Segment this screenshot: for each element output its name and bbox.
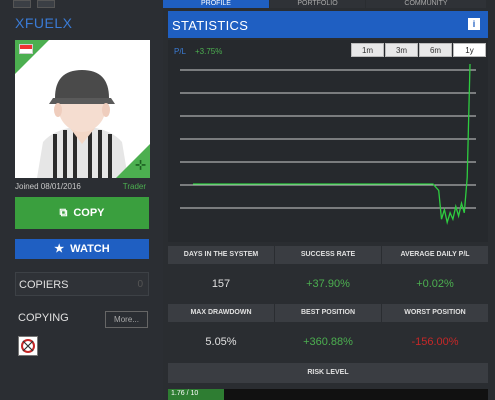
stat-label: BEST POSITION xyxy=(275,304,381,322)
copy-icon: ⧉ xyxy=(59,207,68,219)
stat-value: 5.05% xyxy=(205,336,237,348)
copied-trader-avatar-icon xyxy=(21,339,35,353)
watch-button-label: WATCH xyxy=(70,243,110,255)
trader-role: Trader xyxy=(122,182,146,191)
tab-portfolio[interactable]: PORTFOLIO xyxy=(270,0,365,8)
stat-value: +37.90% xyxy=(306,278,350,290)
profile-tabs: PROFILE PORTFOLIO COMMUNITY xyxy=(163,0,495,8)
trader-avatar: ⊹ xyxy=(15,40,150,178)
risk-level-value: 1.76 / 10 xyxy=(171,390,199,397)
trader-nav xyxy=(13,0,149,8)
pl-label: P/L xyxy=(174,47,187,56)
stat-label: MAX DRAWDOWN xyxy=(168,304,274,322)
range-3m-button[interactable]: 3m xyxy=(385,43,418,57)
stat-label: SUCCESS RATE xyxy=(275,246,381,264)
stat-value: +360.88% xyxy=(303,336,353,348)
pl-value: +3.75% xyxy=(195,47,223,56)
range-1y-button[interactable]: 1y xyxy=(453,43,486,57)
tab-community[interactable]: COMMUNITY xyxy=(366,0,486,8)
stat-label: DAYS IN THE SYSTEM xyxy=(168,246,274,264)
copiers-label: COPIERS xyxy=(19,279,69,291)
joined-date: Joined 08/01/2016 xyxy=(15,182,81,191)
performance-chart: P/L +3.75% 1m 3m 6m 1y xyxy=(168,40,488,242)
previous-trader-button[interactable] xyxy=(13,0,31,8)
pl-series-line xyxy=(193,63,471,225)
copied-trader-avatar[interactable] xyxy=(18,336,38,356)
copy-button-label: COPY xyxy=(73,207,105,219)
risk-level-bar: 1.76 / 10 xyxy=(168,389,488,400)
statistics-header: STATISTICS i xyxy=(168,11,488,38)
statistics-title: STATISTICS xyxy=(172,18,249,33)
range-1m-button[interactable]: 1m xyxy=(351,43,384,57)
info-icon[interactable]: i xyxy=(468,18,480,30)
stat-value: -156.00% xyxy=(411,336,459,348)
copiers-count: 0 xyxy=(137,279,143,290)
stat-label: AVERAGE DAILY P/L xyxy=(382,246,488,264)
pl-line-chart xyxy=(180,63,476,225)
copying-label: COPYING xyxy=(18,312,69,324)
trader-main: PROFILE PORTFOLIO COMMUNITY STATISTICS i… xyxy=(163,0,495,400)
copy-button[interactable]: ⧉ COPY xyxy=(15,197,149,229)
stat-label: WORST POSITION xyxy=(382,304,488,322)
trader-badge-icon: ⊹ xyxy=(135,157,146,172)
trader-sidebar: XFUELX ⊹ Joined 08/01/2016 Trader ⧉ COPY … xyxy=(0,0,163,400)
more-copying-button[interactable]: More... xyxy=(105,311,148,328)
singapore-flag-icon xyxy=(19,44,33,54)
stat-value: +0.02% xyxy=(416,278,454,290)
copiers-row: COPIERS 0 xyxy=(15,272,149,296)
next-trader-button[interactable] xyxy=(37,0,55,8)
star-icon: ★ xyxy=(54,243,65,255)
risk-level-header: RISK LEVEL xyxy=(168,363,488,383)
range-6m-button[interactable]: 6m xyxy=(419,43,452,57)
watch-button[interactable]: ★ WATCH xyxy=(15,239,149,259)
trader-username: XFUELX xyxy=(15,15,73,31)
stat-value: 157 xyxy=(211,278,231,290)
tab-profile[interactable]: PROFILE xyxy=(163,0,269,8)
